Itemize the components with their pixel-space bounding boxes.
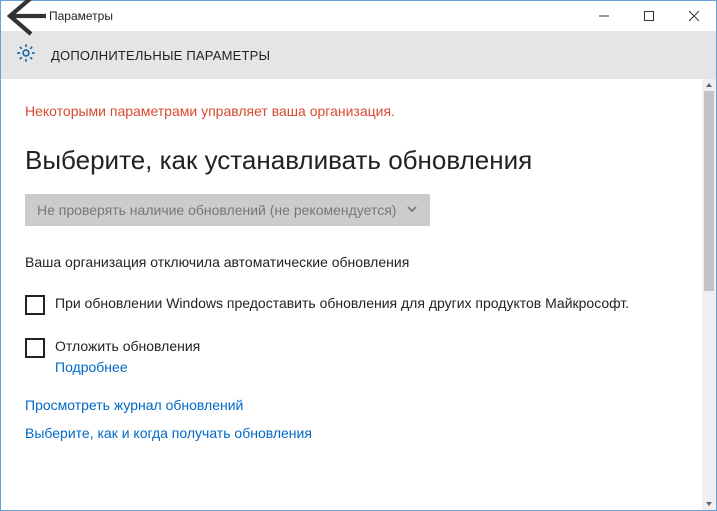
dropdown-selected-label: Не проверять наличие обновлений (не реко… [37, 202, 396, 218]
arrow-left-icon [1, 0, 49, 40]
chevron-down-icon [406, 202, 418, 218]
scrollbar-arrow-down-icon[interactable] [702, 498, 716, 510]
content-area: Некоторыми параметрами управляет ваша ор… [1, 79, 702, 510]
scrollbar-thumb[interactable] [704, 91, 714, 291]
gear-icon [15, 42, 37, 69]
page-heading: ДОПОЛНИТЕЛЬНЫЕ ПАРАМЕТРЫ [51, 48, 270, 63]
view-history-link[interactable]: Просмотреть журнал обновлений [25, 397, 702, 413]
checkbox-defer-label: Отложить обновления [55, 337, 200, 357]
org-warning: Некоторыми параметрами управляет ваша ор… [25, 103, 702, 119]
checkbox-other-products-label: При обновлении Windows предоставить обно… [55, 294, 629, 314]
scrollbar-arrow-up-icon[interactable] [702, 79, 716, 91]
close-button[interactable] [671, 1, 716, 31]
minimize-icon [599, 11, 609, 21]
maximize-button[interactable] [626, 1, 671, 31]
minimize-button[interactable] [581, 1, 626, 31]
checkbox-row-other-products: При обновлении Windows предоставить обно… [25, 294, 702, 315]
defer-more-link[interactable]: Подробнее [55, 359, 200, 375]
update-mode-dropdown[interactable]: Не проверять наличие обновлений (не реко… [25, 194, 430, 226]
section-title: Выберите, как устанавливать обновления [25, 145, 702, 176]
page-header: ДОПОЛНИТЕЛЬНЫЕ ПАРАМЕТРЫ [1, 31, 716, 79]
checkbox-defer-updates[interactable] [25, 338, 45, 358]
close-icon [689, 11, 699, 21]
maximize-icon [644, 11, 654, 21]
checkbox-row-defer: Отложить обновления Подробнее [25, 337, 702, 375]
vertical-scrollbar[interactable] [702, 79, 716, 510]
org-disabled-note: Ваша организация отключила автоматически… [25, 254, 702, 270]
back-button[interactable] [1, 1, 49, 31]
delivery-options-link[interactable]: Выберите, как и когда получать обновлени… [25, 425, 702, 441]
titlebar: Параметры [1, 1, 716, 31]
window-title: Параметры [49, 9, 113, 23]
checkbox-other-products[interactable] [25, 295, 45, 315]
